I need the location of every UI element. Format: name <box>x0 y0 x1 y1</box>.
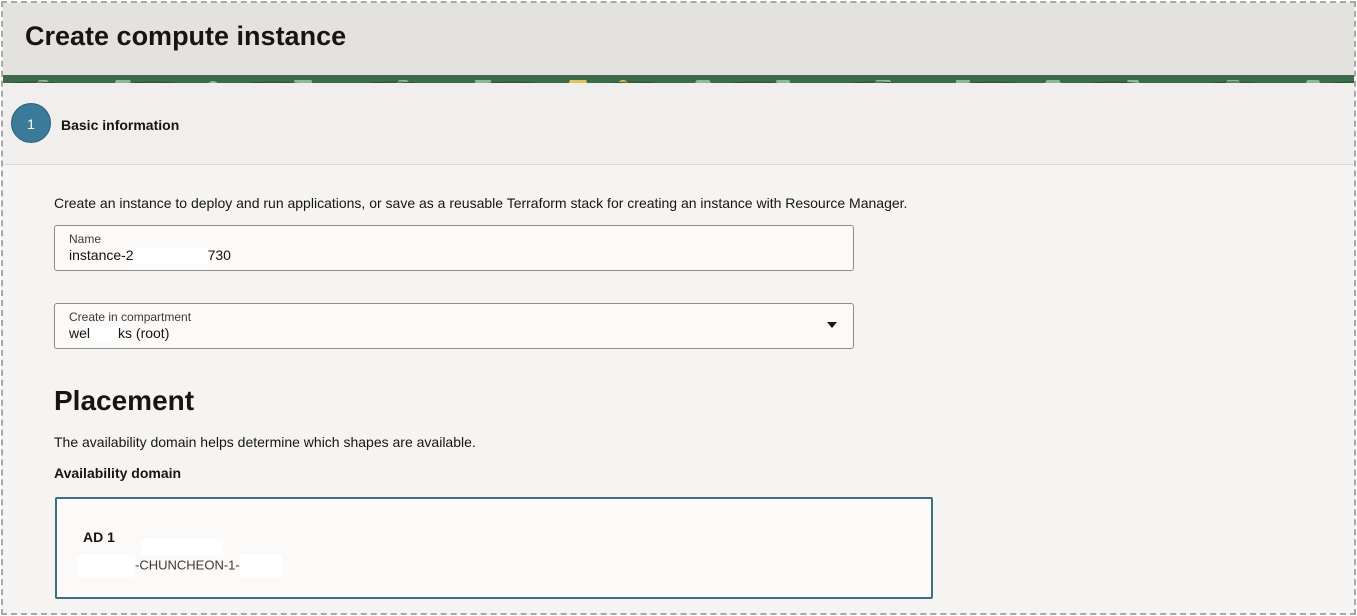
placement-description: The availability domain helps determine … <box>54 434 476 450</box>
ad-card-title: AD 1 <box>83 529 115 545</box>
compartment-field-value[interactable]: wel ks (root) <box>69 325 170 343</box>
compartment-value-start: wel <box>69 325 91 341</box>
wizard-step-bar: 1 Basic information <box>3 83 1354 165</box>
compartment-value-end: ks (root) <box>118 325 170 341</box>
step-label[interactable]: Basic information <box>61 117 179 133</box>
redaction-mask <box>133 248 208 265</box>
redaction-mask <box>90 326 119 343</box>
name-field-label: Name <box>69 232 102 246</box>
decorative-banner <box>3 75 1354 83</box>
availability-domain-card-ad1[interactable]: AD 1 -CHUNCHEON-1- <box>55 497 933 599</box>
intro-text: Create an instance to deploy and run app… <box>54 195 908 211</box>
ad-region-text: -CHUNCHEON-1- <box>135 557 240 573</box>
step-indicator[interactable]: 1 <box>11 103 51 143</box>
page-header: Create compute instance <box>3 3 1354 75</box>
placement-heading: Placement <box>54 385 195 416</box>
name-field-value[interactable]: instance-2 730 <box>69 247 231 265</box>
redaction-mask <box>141 539 223 555</box>
page-title: Create compute instance <box>25 21 347 51</box>
name-value-start: instance-2 <box>69 247 134 263</box>
redaction-mask <box>77 555 135 577</box>
chevron-down-icon[interactable] <box>827 322 837 328</box>
name-value-end: 730 <box>207 247 231 263</box>
ad-card-region: -CHUNCHEON-1- <box>77 555 282 577</box>
page-frame: Create compute instance 1 Basic informat… <box>1 1 1356 615</box>
compartment-field-label: Create in compartment <box>69 310 192 324</box>
redaction-mask <box>239 555 282 577</box>
compartment-select[interactable]: Create in compartment wel ks (root) <box>54 303 854 349</box>
name-field[interactable]: Name instance-2 730 <box>54 225 854 271</box>
availability-domain-label: Availability domain <box>54 465 182 481</box>
